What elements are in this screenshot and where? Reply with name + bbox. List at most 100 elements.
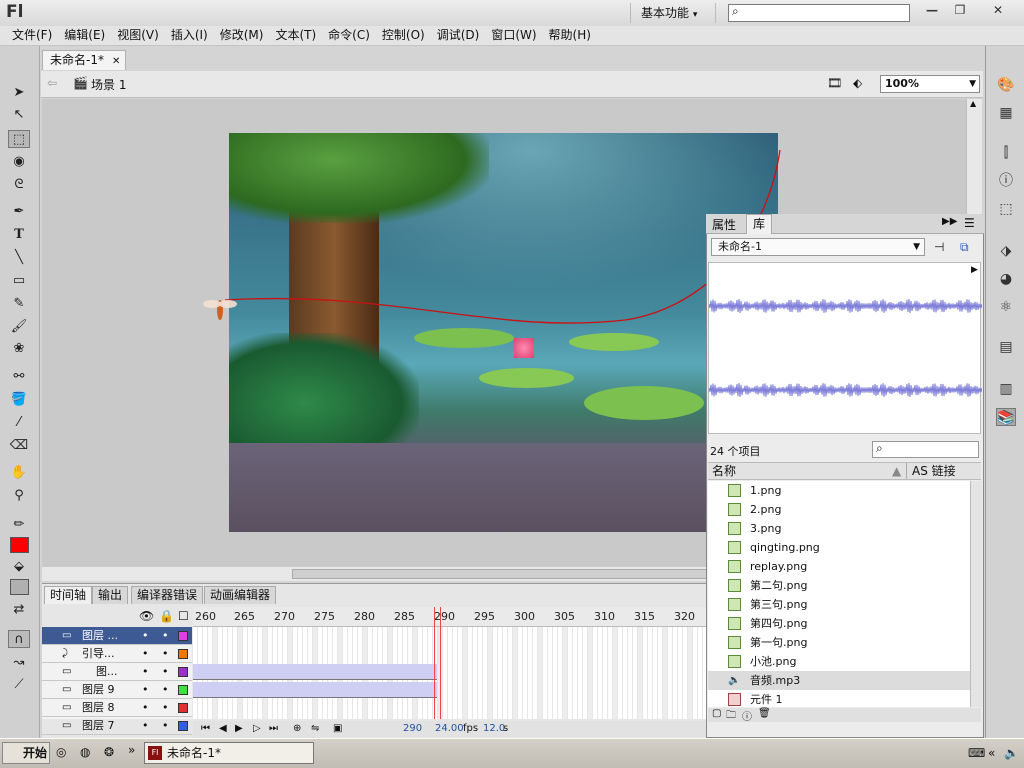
library-item[interactable]: 小池.png — [708, 652, 970, 671]
molecule-icon[interactable]: ⚛ — [996, 298, 1016, 316]
more-quicklaunch-icon[interactable]: » — [128, 743, 135, 757]
onion-skin-icon[interactable]: ▣ — [333, 721, 342, 737]
components-icon[interactable]: ⬗ — [996, 242, 1016, 260]
lock-dot[interactable]: • — [162, 627, 169, 644]
lock-dot[interactable]: • — [162, 717, 169, 734]
delete-icon[interactable]: 🗑 — [758, 708, 771, 719]
layer-row[interactable]: ▭ 图层 8 • • — [42, 699, 192, 717]
zoom-select[interactable]: 100% ▼ — [880, 75, 980, 93]
start-button[interactable]: 开始 — [2, 742, 50, 764]
motion-presets-icon[interactable]: ◕ — [996, 270, 1016, 288]
layer-color-swatch[interactable] — [178, 703, 188, 713]
3d-rotation-tool-icon[interactable]: ◉ — [8, 153, 30, 171]
panel-menu-icon[interactable]: ☰ — [964, 216, 975, 230]
free-transform-tool-icon[interactable]: ⬚ — [8, 130, 30, 148]
last-frame-icon[interactable]: ⏭ — [269, 721, 278, 737]
fill-color-swatch[interactable] — [10, 579, 29, 595]
selection-tool-icon[interactable]: ➤ — [8, 84, 30, 102]
lock-dot[interactable]: • — [162, 663, 169, 680]
column-name[interactable]: 名称 — [712, 463, 736, 479]
visibility-dot[interactable]: • — [142, 681, 149, 698]
paint-bucket-tool-icon[interactable]: 🪣 — [8, 391, 30, 409]
tab-library[interactable]: 库 — [746, 214, 773, 234]
visibility-dot[interactable]: • — [142, 717, 149, 734]
properties-icon[interactable]: ⓘ — [742, 708, 752, 723]
loop-icon[interactable]: ⇋ — [311, 721, 319, 737]
center-frame-icon[interactable]: ⊕ — [293, 721, 301, 737]
collapse-panel-icon[interactable]: ▶▶ — [942, 216, 957, 227]
library-item[interactable]: 元件 1 — [708, 690, 970, 707]
layer-color-swatch[interactable] — [178, 649, 188, 659]
visibility-dot[interactable]: • — [142, 699, 149, 716]
menu-file[interactable]: 文件(F) — [6, 26, 58, 45]
library-item[interactable]: 第一句.png — [708, 633, 970, 652]
align-icon[interactable]: ⫿ — [996, 144, 1016, 162]
tab-motion-editor[interactable]: 动画编辑器 — [204, 586, 277, 604]
frame-grid[interactable] — [193, 627, 706, 719]
new-symbol-icon[interactable]: ▢ — [712, 708, 721, 719]
pencil-tool-icon[interactable]: ✎ — [8, 295, 30, 313]
smooth-icon[interactable]: ↝ — [8, 654, 30, 672]
transform-icon[interactable]: ⬚ — [996, 200, 1016, 218]
lock-dot[interactable]: • — [162, 681, 169, 698]
menu-view[interactable]: 视图(V) — [111, 26, 165, 45]
subselection-tool-icon[interactable]: ↖ — [8, 106, 30, 124]
layer-color-swatch[interactable] — [178, 631, 188, 641]
library-scrollbar[interactable] — [970, 481, 982, 707]
sort-arrow-icon[interactable]: ▲ — [892, 463, 901, 479]
deco-tool-icon[interactable]: ❀ — [8, 340, 30, 358]
tab-output[interactable]: 输出 — [92, 586, 129, 604]
stroke-color-icon[interactable]: ✏ — [8, 516, 30, 534]
visibility-dot[interactable]: • — [142, 663, 149, 680]
tab-timeline[interactable]: 时间轴 — [44, 586, 93, 604]
fill-color-icon[interactable]: ⬙ — [8, 558, 30, 576]
lock-icon[interactable]: 🔒 — [159, 609, 174, 623]
eraser-tool-icon[interactable]: ⌫ — [8, 437, 30, 455]
layer-row[interactable]: ▭ 图... • • — [42, 663, 192, 681]
project-icon[interactable]: ▤ — [996, 338, 1016, 356]
current-frame-readout[interactable]: 290 — [403, 721, 422, 737]
ie-icon[interactable]: ❂ — [104, 745, 114, 759]
step-back-icon[interactable]: ◀ — [219, 721, 227, 737]
motion-tween-span[interactable] — [193, 664, 437, 680]
menu-modify[interactable]: 修改(M) — [214, 26, 270, 45]
close-button[interactable]: ✕ — [980, 1, 1016, 20]
column-as-linkage[interactable]: AS 链接 — [906, 463, 956, 479]
elapsed-time-readout[interactable]: 12.0 — [483, 721, 505, 737]
layer-row[interactable]: ▭ 图层 9 • • — [42, 681, 192, 699]
eyedropper-tool-icon[interactable]: ⁄ — [8, 414, 30, 432]
stroke-color-swatch[interactable] — [10, 537, 29, 553]
fps-readout[interactable]: 24.00 — [435, 721, 464, 737]
help-search-input[interactable]: ⌕ — [728, 4, 910, 22]
menu-insert[interactable]: 插入(I) — [165, 26, 214, 45]
library-item[interactable]: 第四句.png — [708, 614, 970, 633]
text-tool-icon[interactable]: T — [8, 226, 30, 244]
scene-breadcrumb[interactable]: 场景 1 — [91, 76, 126, 93]
step-forward-icon[interactable]: ▷ — [253, 721, 261, 737]
layer-row[interactable]: ▭ 图层 ... • • — [42, 627, 192, 645]
bone-tool-icon[interactable]: ⚯ — [8, 368, 30, 386]
menu-control[interactable]: 控制(O) — [376, 26, 431, 45]
hand-tool-icon[interactable]: ✋ — [8, 464, 30, 482]
motion-tween-span[interactable] — [193, 682, 437, 698]
straighten-icon[interactable]: ⟋ — [8, 676, 30, 694]
layer-color-swatch[interactable] — [178, 721, 188, 731]
restore-button[interactable]: ❐ — [946, 1, 974, 20]
eye-icon[interactable]: 👁 — [139, 609, 154, 623]
brush-tool-icon[interactable]: 🖌 — [8, 318, 30, 336]
pen-tool-icon[interactable]: ✒ — [8, 203, 30, 221]
library-item[interactable]: 2.png — [708, 500, 970, 519]
library-dock-icon[interactable]: 📚 — [996, 408, 1016, 426]
first-frame-icon[interactable]: ⏮ — [201, 721, 210, 737]
swatches-icon[interactable]: ▦ — [996, 104, 1016, 122]
snap-magnet-icon[interactable]: ∩ — [8, 630, 30, 648]
edit-symbols-icon[interactable]: ⬖ — [853, 76, 862, 90]
frame-ruler[interactable]: 260 265 270 275 280 285 290 295 300 305 … — [193, 607, 706, 627]
playhead[interactable] — [434, 607, 441, 719]
menu-window[interactable]: 窗口(W) — [485, 26, 542, 45]
browser-icon[interactable]: ◍ — [80, 745, 90, 759]
lock-dot[interactable]: • — [162, 699, 169, 716]
menu-commands[interactable]: 命令(C) — [322, 26, 376, 45]
menu-edit[interactable]: 编辑(E) — [58, 26, 111, 45]
play-preview-icon[interactable]: ▶ — [971, 265, 978, 275]
